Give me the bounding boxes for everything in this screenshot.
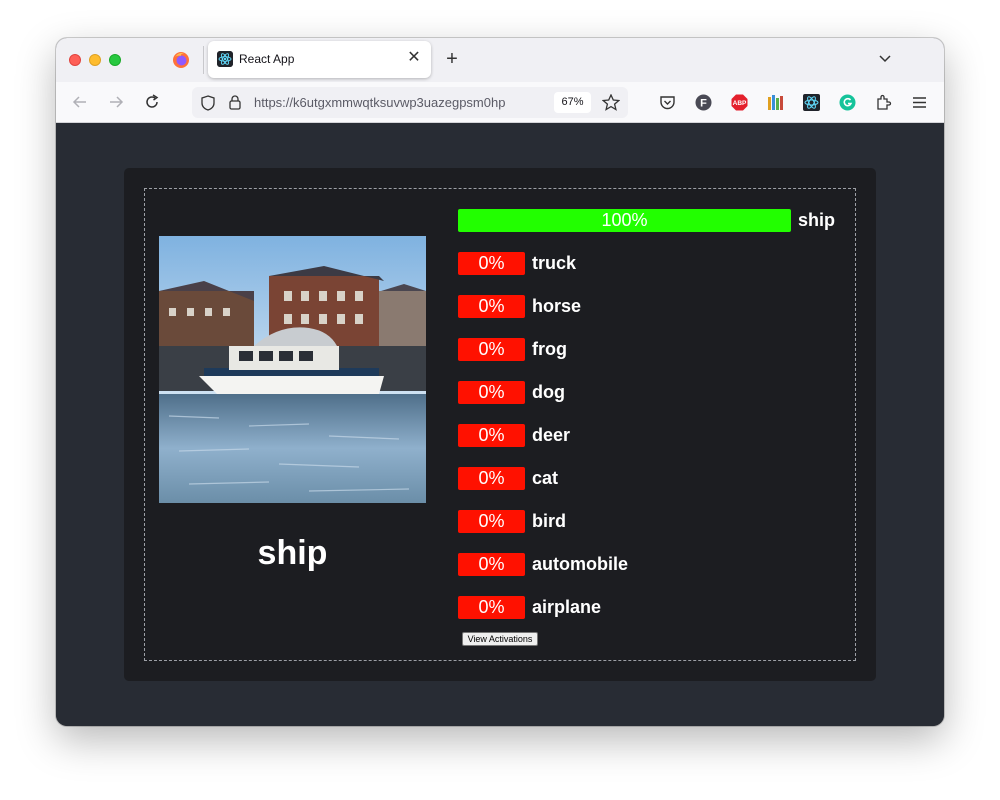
prediction-row-ship: 100% ship <box>458 209 835 232</box>
chevron-down-icon[interactable] <box>878 52 892 66</box>
prediction-row-automobile: 0% automobile <box>458 553 628 576</box>
close-window-button[interactable] <box>69 54 81 66</box>
prediction-row-horse: 0% horse <box>458 295 581 318</box>
minimize-window-button[interactable] <box>89 54 101 66</box>
window-controls <box>69 54 121 66</box>
url-bar[interactable]: https://k6utgxmmwqtksuvwp3uazegpsm0hp 67… <box>192 87 628 118</box>
class-label: horse <box>532 296 582 316</box>
confidence-bar: 0% <box>458 467 525 490</box>
maximize-window-button[interactable] <box>109 54 121 66</box>
svg-text:ABP: ABP <box>733 100 747 107</box>
react-devtools-icon[interactable] <box>803 94 820 111</box>
class-label: cat <box>532 468 559 488</box>
class-label: dog <box>532 382 565 402</box>
adblock-icon[interactable]: ABP <box>731 94 748 111</box>
confidence-bar: 100% <box>458 209 791 232</box>
lock-icon[interactable] <box>229 95 241 110</box>
confidence-bar: 0% <box>458 596 525 619</box>
prediction-row-frog: 0% frog <box>458 338 567 361</box>
confidence-bar: 0% <box>458 338 525 361</box>
class-label: automobile <box>532 554 629 574</box>
close-icon[interactable]: ✕ <box>405 49 423 67</box>
extensions-icon[interactable] <box>875 94 892 111</box>
prediction-row-truck: 0% truck <box>458 252 576 275</box>
star-icon[interactable] <box>602 94 620 111</box>
tab-react-app[interactable]: React App ✕ <box>208 41 431 78</box>
confidence-bar: 0% <box>458 252 525 275</box>
library-icon[interactable] <box>767 94 784 111</box>
view-activations-button[interactable]: View Activations <box>462 632 538 646</box>
classifier-card: ship 100% ship 0% truck 0% horse 0% frog 0% dog 0%… <box>124 168 876 681</box>
zoom-level[interactable]: 67% <box>554 92 591 113</box>
browser-window: React App ✕ + https://k6utgxmmwqtksuvwp3… <box>56 38 944 726</box>
confidence-bar: 0% <box>458 510 525 533</box>
class-label: frog <box>532 339 567 359</box>
reload-icon[interactable] <box>143 93 161 111</box>
prediction-row-airplane: 0% airplane <box>458 596 601 619</box>
class-label: truck <box>532 253 577 273</box>
url-text: https://k6utgxmmwqtksuvwp3uazegpsm0hp <box>254 95 506 110</box>
tab-separator <box>203 46 204 74</box>
prediction-row-deer: 0% deer <box>458 424 570 447</box>
firefox-icon[interactable] <box>172 51 190 69</box>
class-label: bird <box>532 511 566 531</box>
react-icon <box>217 51 233 67</box>
shield-icon[interactable] <box>201 95 215 111</box>
prediction-label: ship <box>257 534 328 572</box>
class-label: ship <box>798 210 836 230</box>
class-label: deer <box>532 425 571 445</box>
confidence-bar: 0% <box>458 424 525 447</box>
class-label: airplane <box>532 597 602 617</box>
menu-icon[interactable] <box>911 94 928 111</box>
tab-title: React App <box>239 52 295 66</box>
confidence-bar: 0% <box>458 295 525 318</box>
pocket-icon[interactable] <box>659 94 676 111</box>
confidence-bar: 0% <box>458 381 525 404</box>
input-image <box>159 236 426 503</box>
plus-icon[interactable]: + <box>442 49 462 69</box>
forward-arrow-icon[interactable] <box>107 93 125 111</box>
confidence-bar: 0% <box>458 553 525 576</box>
prediction-row-bird: 0% bird <box>458 510 566 533</box>
prediction-row-cat: 0% cat <box>458 467 558 490</box>
svg-text:F: F <box>700 98 707 110</box>
grammarly-icon[interactable] <box>839 94 856 111</box>
f-extension-icon[interactable]: F <box>695 94 712 111</box>
page-content: ship 100% ship 0% truck 0% horse 0% frog 0% dog 0%… <box>56 123 944 726</box>
prediction-row-dog: 0% dog <box>458 381 565 404</box>
dropzone[interactable]: ship 100% ship 0% truck 0% horse 0% frog 0% dog 0%… <box>144 188 856 661</box>
back-arrow-icon[interactable] <box>71 93 89 111</box>
tab-bar: React App ✕ + <box>56 38 944 82</box>
navigation-toolbar: https://k6utgxmmwqtksuvwp3uazegpsm0hp 67… <box>56 82 944 123</box>
